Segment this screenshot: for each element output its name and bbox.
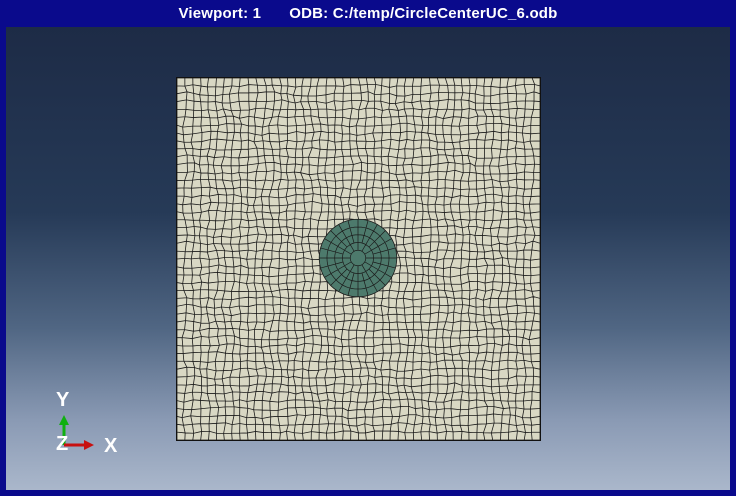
viewport-label: Viewport: 1 — [178, 4, 262, 22]
x-axis-label: X — [104, 435, 118, 457]
z-axis-label: Z — [56, 433, 69, 455]
graphics-viewport[interactable]: Y Z X — [6, 27, 730, 490]
odb-path-label: ODB: C:/temp/CircleCenterUC_6.odb — [289, 4, 558, 22]
viewport-title-bar: Viewport: 1 ODB: C:/temp/CircleCenterUC_… — [0, 0, 736, 26]
viewport-frame: Viewport: 1 ODB: C:/temp/CircleCenterUC_… — [0, 0, 736, 496]
coordinate-triad: Y Z X — [46, 387, 146, 467]
fe-mesh-model[interactable] — [176, 77, 541, 441]
y-axis-label: Y — [56, 389, 70, 411]
